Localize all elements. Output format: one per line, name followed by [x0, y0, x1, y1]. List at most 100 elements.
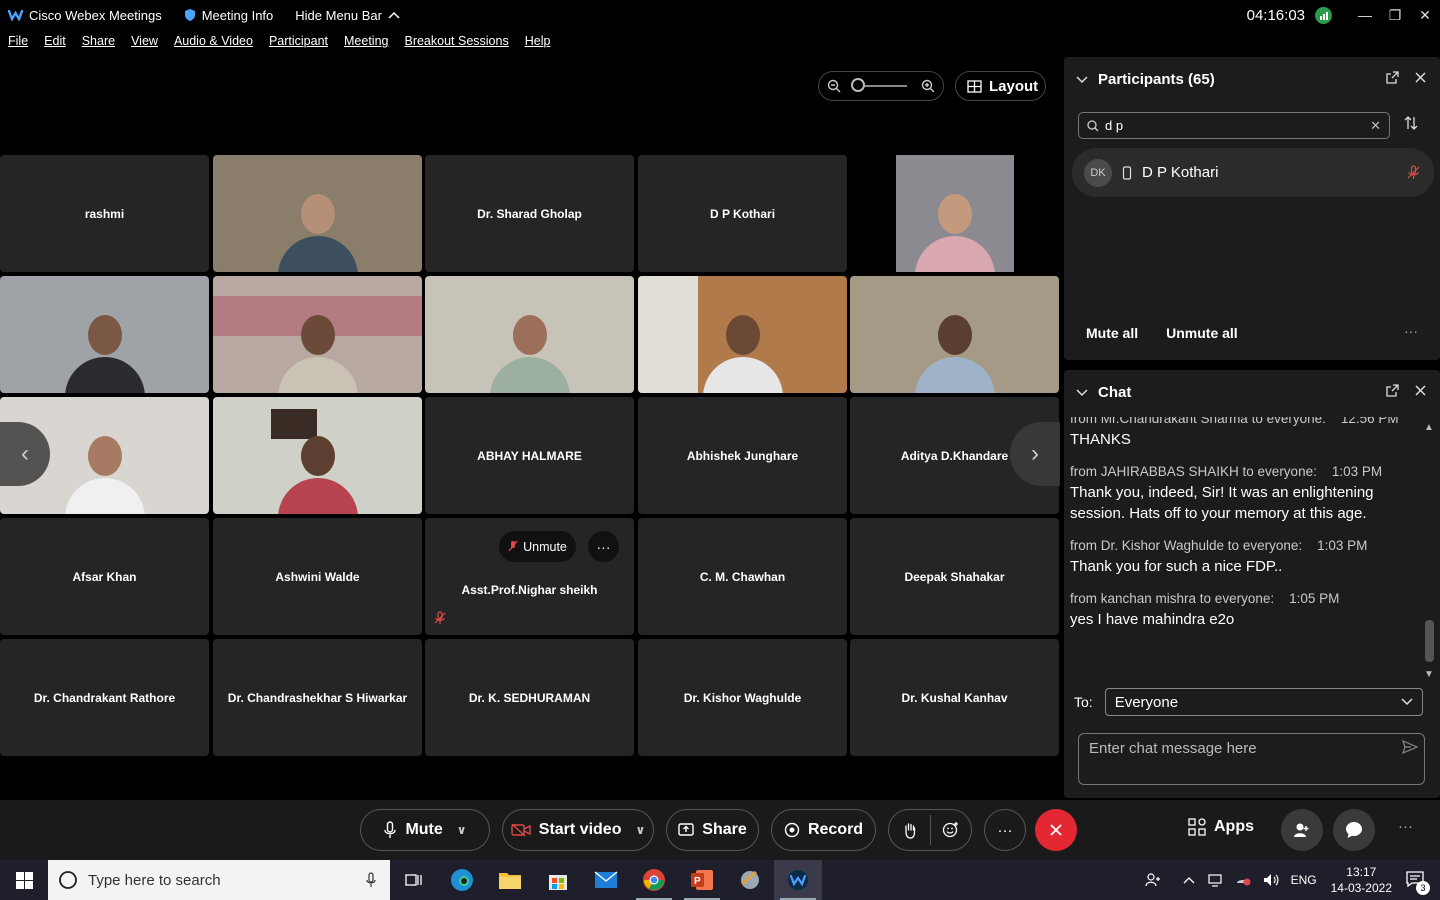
- layout-button[interactable]: Layout: [955, 71, 1046, 101]
- participants-button[interactable]: [1281, 809, 1323, 851]
- mic-off-icon[interactable]: [1407, 165, 1420, 180]
- chat-message-input[interactable]: Enter chat message here: [1078, 733, 1425, 785]
- chat-header[interactable]: Chat: [1076, 384, 1131, 401]
- send-icon[interactable]: [1402, 739, 1419, 759]
- video-tile[interactable]: ABHAY HALMARE: [425, 397, 634, 514]
- menu-breakout-sessions[interactable]: Breakout Sessions: [404, 34, 508, 54]
- video-tile[interactable]: [213, 155, 422, 272]
- participant-row[interactable]: DK D P Kothari: [1072, 148, 1434, 197]
- more-options-button[interactable]: ···: [984, 809, 1026, 851]
- close-icon[interactable]: [1415, 72, 1426, 83]
- store-icon[interactable]: [534, 860, 582, 900]
- scrollbar-thumb[interactable]: [1425, 620, 1434, 662]
- menu-meeting[interactable]: Meeting: [344, 34, 388, 54]
- chevron-down-icon[interactable]: ∨: [635, 823, 645, 837]
- pop-out-icon[interactable]: [1386, 384, 1399, 397]
- close-icon[interactable]: [1415, 385, 1426, 396]
- pop-out-icon[interactable]: [1386, 71, 1399, 84]
- chat-button[interactable]: [1333, 809, 1375, 851]
- video-tile[interactable]: [0, 276, 209, 393]
- video-tile[interactable]: C. M. Chawhan: [638, 518, 847, 635]
- menu-audio-video[interactable]: Audio & Video: [174, 34, 253, 54]
- record-button[interactable]: Record: [771, 809, 876, 851]
- video-tile[interactable]: [638, 276, 847, 393]
- tray-chevron-up-icon[interactable]: [1183, 876, 1195, 884]
- participants-header[interactable]: Participants (65): [1076, 71, 1215, 88]
- reactions-icon[interactable]: [931, 821, 971, 839]
- mute-all-button[interactable]: Mute all: [1086, 325, 1138, 341]
- language-indicator[interactable]: ENG: [1291, 873, 1317, 887]
- edge-browser-icon[interactable]: [438, 860, 486, 900]
- people-icon[interactable]: [1144, 872, 1161, 888]
- video-tile[interactable]: Dr. K. SEDHURAMAN: [425, 639, 634, 756]
- notifications-icon[interactable]: 3: [1406, 870, 1430, 895]
- menu-file[interactable]: File: [8, 34, 28, 54]
- chat-message-list[interactable]: from Mr.Chandrakant Sharma to everyone: …: [1070, 417, 1420, 681]
- video-tile[interactable]: Dr. Chandrashekhar S Hiwarkar: [213, 639, 422, 756]
- participant-search-input[interactable]: d p ✕: [1078, 112, 1390, 139]
- video-tile[interactable]: [213, 397, 422, 514]
- file-explorer-icon[interactable]: [486, 860, 534, 900]
- mute-button[interactable]: Mute ∨: [360, 809, 490, 851]
- scroll-up-icon[interactable]: ▲: [1424, 422, 1434, 433]
- raise-hand-icon[interactable]: [890, 822, 930, 839]
- video-tile[interactable]: [425, 276, 634, 393]
- video-tile[interactable]: [850, 155, 1059, 272]
- chat-scrollbar[interactable]: ▲ ▼: [1422, 422, 1436, 680]
- close-window-icon[interactable]: ✕: [1410, 7, 1440, 24]
- unmute-all-button[interactable]: Unmute all: [1166, 325, 1238, 341]
- video-tile[interactable]: rashmi: [0, 155, 209, 272]
- controls-more-icon[interactable]: ···: [1398, 818, 1413, 835]
- minimize-icon[interactable]: —: [1350, 7, 1380, 23]
- video-tile[interactable]: Dr. Kishor Waghulde: [638, 639, 847, 756]
- sync-icon[interactable]: [1235, 873, 1251, 887]
- scroll-down-icon[interactable]: ▼: [1424, 669, 1434, 680]
- volume-icon[interactable]: [1263, 873, 1279, 887]
- menu-help[interactable]: Help: [525, 34, 551, 54]
- menu-edit[interactable]: Edit: [44, 34, 66, 54]
- app-icon[interactable]: [726, 860, 774, 900]
- start-button[interactable]: [0, 860, 48, 900]
- video-tile[interactable]: Ashwini Walde: [213, 518, 422, 635]
- video-tile[interactable]: Abhishek Junghare: [638, 397, 847, 514]
- video-tile[interactable]: Afsar Khan: [0, 518, 209, 635]
- zoom-in-icon[interactable]: [921, 79, 935, 93]
- restore-icon[interactable]: ❐: [1380, 7, 1410, 24]
- taskbar-search-input[interactable]: Type here to search: [48, 860, 390, 900]
- chevron-down-icon: [1076, 75, 1088, 83]
- menu-view[interactable]: View: [131, 34, 158, 54]
- mail-icon[interactable]: [582, 860, 630, 900]
- chat-recipient-select[interactable]: Everyone: [1104, 688, 1423, 716]
- video-tile[interactable]: [850, 276, 1059, 393]
- apps-button[interactable]: Apps: [1188, 818, 1254, 836]
- tile-more-button[interactable]: ···: [588, 531, 619, 562]
- share-button[interactable]: Share: [666, 809, 759, 851]
- zoom-slider-knob[interactable]: [851, 78, 865, 92]
- zoom-slider[interactable]: [851, 78, 907, 92]
- sort-icon[interactable]: [1404, 115, 1418, 136]
- start-video-button[interactable]: Start video ∨: [502, 809, 654, 851]
- video-tile[interactable]: Dr. Kushal Kanhav: [850, 639, 1059, 756]
- participants-more-button[interactable]: ···: [1404, 323, 1418, 339]
- network-icon[interactable]: [1207, 873, 1223, 887]
- clear-search-icon[interactable]: ✕: [1370, 118, 1381, 134]
- menu-share[interactable]: Share: [82, 34, 115, 54]
- taskbar-clock[interactable]: 13:17 14-03-2022: [1331, 864, 1392, 896]
- task-view-icon[interactable]: [390, 860, 438, 900]
- powerpoint-icon[interactable]: P: [678, 860, 726, 900]
- meeting-info-button[interactable]: Meeting Info: [184, 8, 273, 23]
- menu-participant[interactable]: Participant: [269, 34, 328, 54]
- chevron-down-icon[interactable]: ∨: [457, 823, 467, 837]
- video-tile[interactable]: [213, 276, 422, 393]
- zoom-out-icon[interactable]: [827, 79, 841, 93]
- tile-unmute-button[interactable]: Unmute: [499, 531, 576, 562]
- end-meeting-button[interactable]: [1035, 809, 1077, 851]
- hide-menu-bar-button[interactable]: Hide Menu Bar: [295, 8, 400, 23]
- chrome-icon[interactable]: [630, 860, 678, 900]
- video-tile[interactable]: Dr. Chandrakant Rathore: [0, 639, 209, 756]
- video-tile[interactable]: Deepak Shahakar: [850, 518, 1059, 635]
- microphone-icon[interactable]: [366, 872, 376, 888]
- video-tile[interactable]: Dr. Sharad Gholap: [425, 155, 634, 272]
- webex-taskbar-icon[interactable]: [774, 860, 822, 900]
- video-tile[interactable]: D P Kothari: [638, 155, 847, 272]
